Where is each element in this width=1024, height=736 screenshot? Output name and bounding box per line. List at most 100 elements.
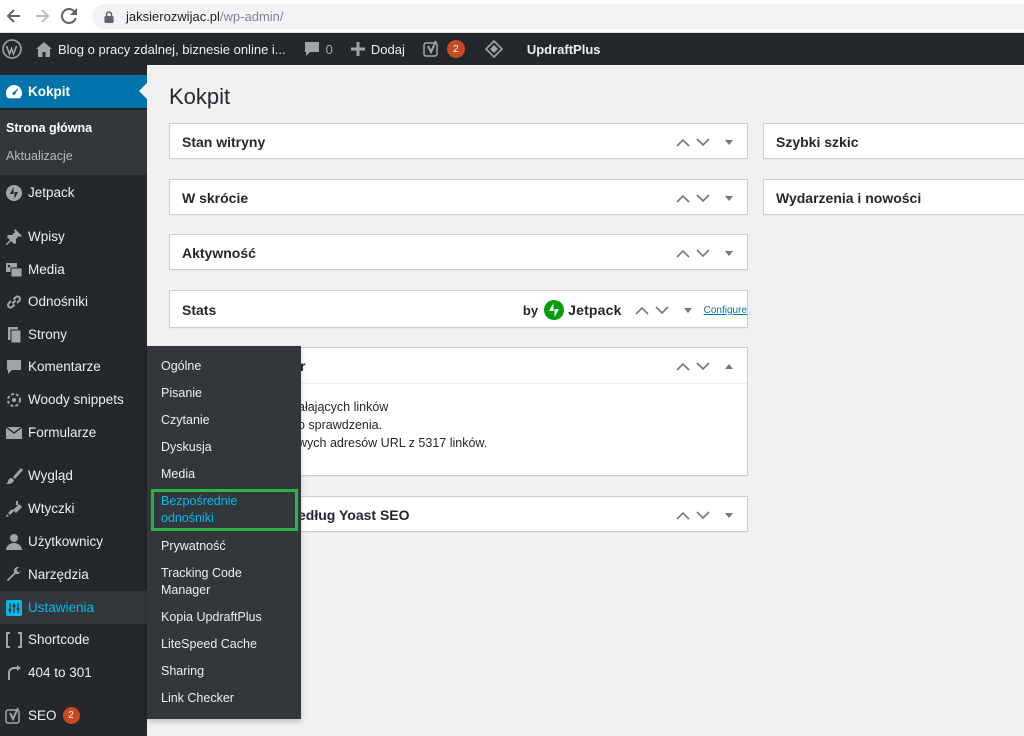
move-up-icon[interactable] bbox=[673, 356, 693, 376]
site-name: Blog o pracy zdalnej, biznesie online i.… bbox=[58, 41, 286, 57]
lock-icon bbox=[102, 10, 116, 24]
move-down-icon[interactable] bbox=[652, 300, 672, 320]
diamond-icon[interactable] bbox=[473, 33, 511, 65]
sidebar-item-label: Strony bbox=[28, 327, 68, 342]
url-path: /wp-admin/ bbox=[219, 9, 284, 24]
toggle-caret-icon[interactable] bbox=[719, 243, 739, 263]
sidebar-item-odnosniki[interactable]: Odnośniki bbox=[0, 285, 147, 318]
sidebar-item-woody-snippets[interactable]: Woody snippets bbox=[0, 383, 147, 416]
sidebar-item-shortcode[interactable]: Shortcode bbox=[0, 623, 147, 656]
flyout-item-kopia-updraftplus[interactable]: Kopia UpdraftPlus bbox=[161, 609, 262, 626]
postbox-wydarzenia: Wydarzenia i nowości bbox=[763, 179, 1024, 215]
admin-sidebar: Kokpit Strona główna Aktualizacje Jetpac… bbox=[0, 65, 147, 736]
toggle-caret-icon[interactable] bbox=[719, 505, 739, 525]
brackets-icon bbox=[0, 631, 28, 649]
flyout-item-prywatnosc[interactable]: Prywatność bbox=[161, 538, 226, 555]
move-up-icon[interactable] bbox=[673, 188, 693, 208]
plus-icon bbox=[350, 42, 365, 56]
back-arrow-icon[interactable] bbox=[0, 2, 28, 30]
postbox-title: Stats bbox=[182, 302, 217, 318]
sidebar-item-kokpit[interactable]: Kokpit bbox=[0, 75, 147, 108]
flyout-item-litespeed-cache[interactable]: LiteSpeed Cache bbox=[161, 636, 257, 653]
sidebar-item-komentarze[interactable]: Komentarze bbox=[0, 350, 147, 383]
flyout-item-media[interactable]: Media bbox=[161, 466, 195, 483]
jetpack-logo-icon bbox=[544, 300, 565, 320]
move-up-icon[interactable] bbox=[673, 505, 693, 525]
sidebar-item-label: Woody snippets bbox=[28, 392, 124, 407]
envelope-icon bbox=[0, 425, 28, 440]
settings-sliders-icon bbox=[0, 599, 28, 617]
url-host: jaksierozwijac.pl bbox=[126, 9, 220, 24]
move-down-icon[interactable] bbox=[693, 188, 713, 208]
sidebar-item-404-to-301[interactable]: 404 to 301 bbox=[0, 656, 147, 689]
toggle-caret-icon[interactable] bbox=[678, 300, 698, 320]
sidebar-item-formularze[interactable]: Formularze bbox=[0, 416, 147, 449]
sidebar-item-jetpack[interactable]: Jetpack bbox=[0, 176, 147, 209]
move-up-icon[interactable] bbox=[673, 132, 693, 152]
sidebar-item-label: SEO bbox=[28, 708, 57, 723]
flyout-item-ogolne[interactable]: Ogólne bbox=[161, 358, 201, 375]
flyout-item-link-checker[interactable]: Link Checker bbox=[161, 690, 234, 707]
toggle-caret-icon[interactable] bbox=[719, 188, 739, 208]
flyout-item-bezposrednie-odnosniki[interactable]: Bezpośrednie odnośniki bbox=[161, 493, 271, 527]
submenu-aktualizacje[interactable]: Aktualizacje bbox=[6, 149, 73, 163]
reload-icon[interactable] bbox=[55, 2, 83, 30]
postbox-title: Szybki szkic bbox=[776, 134, 859, 150]
move-down-icon[interactable] bbox=[693, 132, 713, 152]
address-bar[interactable]: jaksierozwijac.pl/wp-admin/ bbox=[92, 4, 1024, 29]
stats-by-label: by bbox=[522, 302, 539, 318]
sidebar-item-narzedzia[interactable]: Narzędzia bbox=[0, 558, 147, 591]
sidebar-item-media[interactable]: Media bbox=[0, 253, 147, 286]
sidebar-item-wpisy[interactable]: Wpisy bbox=[0, 220, 147, 253]
wordpress-logo-icon[interactable] bbox=[0, 33, 30, 65]
jetpack-icon bbox=[0, 184, 28, 202]
sidebar-item-label: Ustawienia bbox=[28, 600, 95, 615]
move-down-icon[interactable] bbox=[693, 356, 713, 376]
toggle-caret-up-icon[interactable] bbox=[719, 356, 739, 376]
updraftplus-link[interactable]: UpdraftPlus bbox=[511, 33, 609, 65]
sidebar-item-wtyczki[interactable]: Wtyczki bbox=[0, 492, 147, 525]
toggle-caret-icon[interactable] bbox=[719, 132, 739, 152]
wrench-icon bbox=[0, 566, 28, 584]
sidebar-item-ustawienia[interactable]: Ustawienia bbox=[0, 591, 147, 624]
gear-cloud-icon bbox=[0, 391, 28, 409]
forward-arrow-icon[interactable] bbox=[28, 2, 56, 30]
flyout-item-czytanie[interactable]: Czytanie bbox=[161, 412, 210, 429]
sidebar-item-seo[interactable]: SEO 2 bbox=[0, 699, 147, 732]
move-up-icon[interactable] bbox=[632, 300, 652, 320]
sidebar-item-wyglad[interactable]: Wygląd bbox=[0, 459, 147, 492]
yoast-link[interactable]: 2 bbox=[413, 33, 473, 65]
yoast-badge: 2 bbox=[446, 40, 465, 58]
link-icon bbox=[0, 293, 28, 311]
kokpit-submenu: Strona główna Aktualizacje bbox=[0, 110, 147, 175]
sidebar-item-strony[interactable]: Strony bbox=[0, 318, 147, 351]
sidebar-item-label: Wtyczki bbox=[28, 501, 75, 516]
sidebar-item-label: Media bbox=[28, 262, 65, 277]
sidebar-item-label: 404 to 301 bbox=[28, 665, 92, 680]
comments-link[interactable]: 0 bbox=[294, 33, 341, 65]
postbox-title: W skrócie bbox=[182, 190, 249, 206]
postbox-aktywnosc: Aktywność bbox=[169, 234, 748, 270]
site-name-link[interactable]: Blog o pracy zdalnej, biznesie online i.… bbox=[30, 33, 294, 65]
postbox-title: Stan witryny bbox=[182, 134, 266, 150]
sidebar-item-label: Formularze bbox=[28, 425, 97, 440]
flyout-item-tracking-code-manager[interactable]: Tracking Code Manager bbox=[161, 565, 271, 599]
wp-admin-bar: Blog o pracy zdalnej, biznesie online i.… bbox=[0, 33, 1024, 65]
postbox-w-skrocie: W skrócie bbox=[169, 179, 748, 215]
configure-link[interactable]: Configure bbox=[704, 305, 747, 316]
move-up-icon[interactable] bbox=[673, 243, 693, 263]
comments-count: 0 bbox=[325, 41, 333, 57]
flyout-item-sharing[interactable]: Sharing bbox=[161, 663, 204, 680]
move-down-icon[interactable] bbox=[693, 243, 713, 263]
yoast-icon bbox=[423, 40, 441, 58]
comment-icon bbox=[0, 358, 28, 376]
sidebar-item-uzytkownicy[interactable]: Użytkownicy bbox=[0, 525, 147, 558]
redirect-arrow-icon bbox=[0, 664, 28, 682]
sidebar-item-label: Narzędzia bbox=[28, 567, 89, 582]
move-down-icon[interactable] bbox=[693, 505, 713, 525]
flyout-item-pisanie[interactable]: Pisanie bbox=[161, 385, 202, 402]
submenu-strona-glowna[interactable]: Strona główna bbox=[6, 121, 92, 135]
flyout-item-dyskusja[interactable]: Dyskusja bbox=[161, 439, 212, 456]
media-icon bbox=[0, 261, 28, 279]
new-content-link[interactable]: Dodaj bbox=[341, 33, 413, 65]
